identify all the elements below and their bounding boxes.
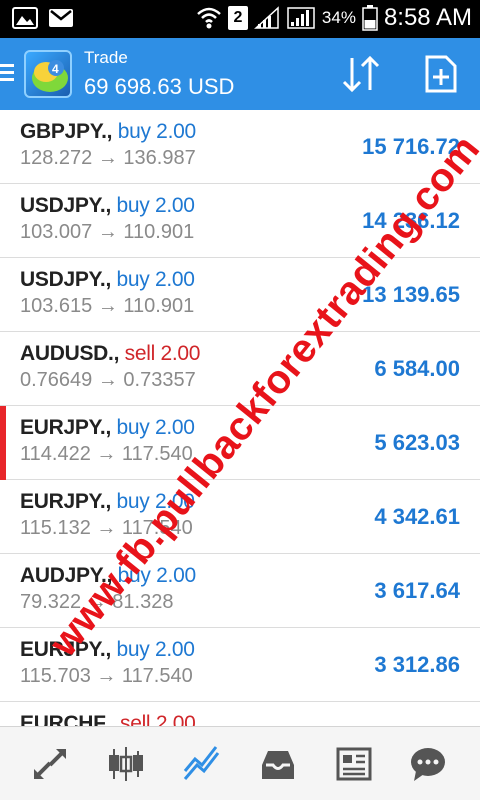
nav-quotes[interactable] — [30, 745, 70, 783]
position-row[interactable]: EURJPY., buy 2.00 115.703 → 117.540 3 312.… — [0, 628, 480, 702]
price-range: 103.615 → 110.901 — [20, 295, 195, 317]
trade-direction: buy 2.00 — [110, 268, 195, 291]
nav-history[interactable] — [258, 745, 298, 783]
new-order-icon[interactable] — [424, 54, 458, 94]
trade-direction: buy 2.00 — [112, 120, 196, 143]
clock: 8:58 AM — [383, 4, 472, 31]
position-symbol: AUDJPY., buy 2.00 — [20, 564, 196, 588]
position-profit: 15 716.72 — [362, 134, 460, 159]
position-row[interactable]: GBPJPY., buy 2.00 128.272 → 136.987 15 716… — [0, 110, 480, 184]
trade-direction: buy 2.00 — [110, 416, 195, 439]
position-symbol: EURJPY., buy 2.00 — [20, 638, 195, 662]
gmail-icon — [49, 9, 73, 27]
position-profit: 5 623.03 — [374, 430, 460, 455]
symbol-label: GBPJPY., — [20, 120, 113, 143]
position-symbol: EURCHF., sell 2.00 — [20, 712, 196, 726]
signal-icon — [253, 6, 279, 29]
position-row[interactable]: EURCHF., sell 2.00 — [0, 702, 480, 726]
positions-list: GBPJPY., buy 2.00 128.272 → 136.987 15 716… — [0, 110, 480, 726]
metatrader-logo: 4 — [24, 50, 72, 98]
trade-direction: buy 2.00 — [110, 638, 195, 661]
position-row[interactable]: EURJPY., buy 2.00 115.132 → 117.540 4 342.… — [0, 480, 480, 554]
wifi-icon — [197, 7, 221, 29]
account-balance: 69 698.63 USD — [84, 74, 235, 99]
sort-icon[interactable] — [340, 54, 382, 94]
position-row[interactable]: USDJPY., buy 2.00 103.615 → 110.901 13 139… — [0, 258, 480, 332]
price-range: 0.76649 → 0.73357 — [20, 369, 196, 391]
status-bar: 2 34% 8:58 AM — [0, 0, 480, 38]
gallery-icon — [12, 7, 38, 29]
position-symbol: USDJPY., buy 2.00 — [20, 194, 195, 218]
quotes-arrows-icon — [34, 749, 66, 779]
symbol-label: EURJPY., — [20, 638, 111, 661]
battery-icon — [362, 5, 378, 31]
position-row[interactable]: USDJPY., buy 2.00 103.007 → 110.901 14 236… — [0, 184, 480, 258]
nav-chart[interactable] — [106, 745, 146, 783]
position-symbol: EURJPY., buy 2.00 — [20, 416, 195, 440]
position-symbol: EURJPY., buy 2.00 — [20, 490, 195, 514]
candlestick-icon — [109, 747, 143, 781]
trade-direction: buy 2.00 — [110, 490, 195, 513]
newspaper-icon — [336, 747, 372, 781]
position-profit: 6 584.00 — [374, 356, 460, 381]
battery-percent: 34% — [321, 8, 356, 27]
bottom-nav — [0, 726, 480, 800]
nav-chat[interactable] — [408, 745, 448, 783]
price-range: 114.422 → 117.540 — [20, 443, 193, 465]
price-range: 115.703 → 117.540 — [20, 665, 193, 687]
menu-icon[interactable] — [0, 64, 14, 84]
position-profit: 3 312.86 — [374, 652, 460, 677]
position-row[interactable]: AUDUSD., sell 2.00 0.76649 → 0.73357 6 584… — [0, 332, 480, 406]
symbol-label: USDJPY., — [20, 194, 111, 217]
trade-direction: buy 2.00 — [112, 564, 196, 587]
position-row[interactable]: AUDJPY., buy 2.00 79.322 → 81.328 3 617.64 — [0, 554, 480, 628]
position-symbol: GBPJPY., buy 2.00 — [20, 120, 196, 144]
trade-direction: buy 2.00 — [110, 194, 195, 217]
position-profit: 14 236.12 — [362, 208, 460, 233]
price-range: 103.007 → 110.901 — [20, 221, 195, 243]
chat-bubble-icon — [411, 748, 445, 781]
position-row[interactable]: EURJPY., buy 2.00 114.422 → 117.540 5 623.… — [0, 406, 480, 480]
trade-direction: sell 2.00 — [119, 342, 201, 365]
nav-news[interactable] — [334, 745, 374, 783]
price-range: 79.322 → 81.328 — [20, 591, 174, 613]
position-profit: 13 139.65 — [362, 282, 460, 307]
symbol-label: EURCHF., — [20, 712, 115, 726]
svg-text:4: 4 — [52, 62, 59, 76]
position-symbol: USDJPY., buy 2.00 — [20, 268, 195, 292]
signal-icon-2 — [287, 7, 315, 29]
app-bar: 4 Trade 69 698.63 USD — [0, 38, 480, 110]
nav-trade[interactable] — [182, 745, 222, 783]
position-profit: 4 342.61 — [374, 504, 460, 529]
symbol-label: USDJPY., — [20, 268, 111, 291]
page-title: Trade — [84, 48, 128, 67]
price-range: 115.132 → 117.540 — [20, 517, 193, 539]
symbol-label: EURJPY., — [20, 416, 111, 439]
position-symbol: AUDUSD., sell 2.00 — [20, 342, 200, 366]
position-profit: 3 617.64 — [374, 578, 460, 603]
price-range: 128.272 → 136.987 — [20, 147, 196, 169]
sim-badge: 2 — [227, 6, 248, 30]
trade-direction: sell 2.00 — [114, 712, 196, 726]
symbol-label: EURJPY., — [20, 490, 111, 513]
symbol-label: AUDJPY., — [20, 564, 113, 587]
inbox-tray-icon — [262, 751, 294, 779]
trend-icon — [183, 746, 220, 780]
symbol-label: AUDUSD., — [20, 342, 120, 365]
